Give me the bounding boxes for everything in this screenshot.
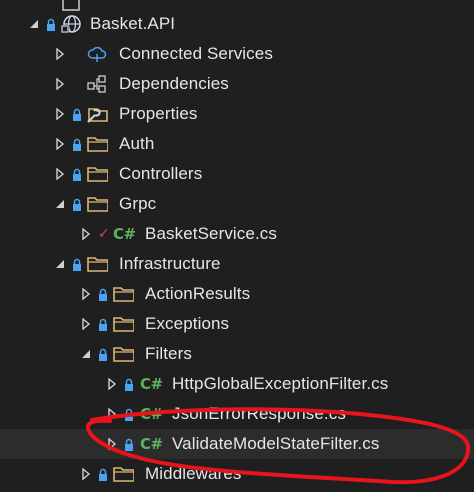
solution-explorer-tree: Basket.API Connected Services Dependenci… xyxy=(0,0,474,492)
red-annotation-circle xyxy=(85,407,471,485)
